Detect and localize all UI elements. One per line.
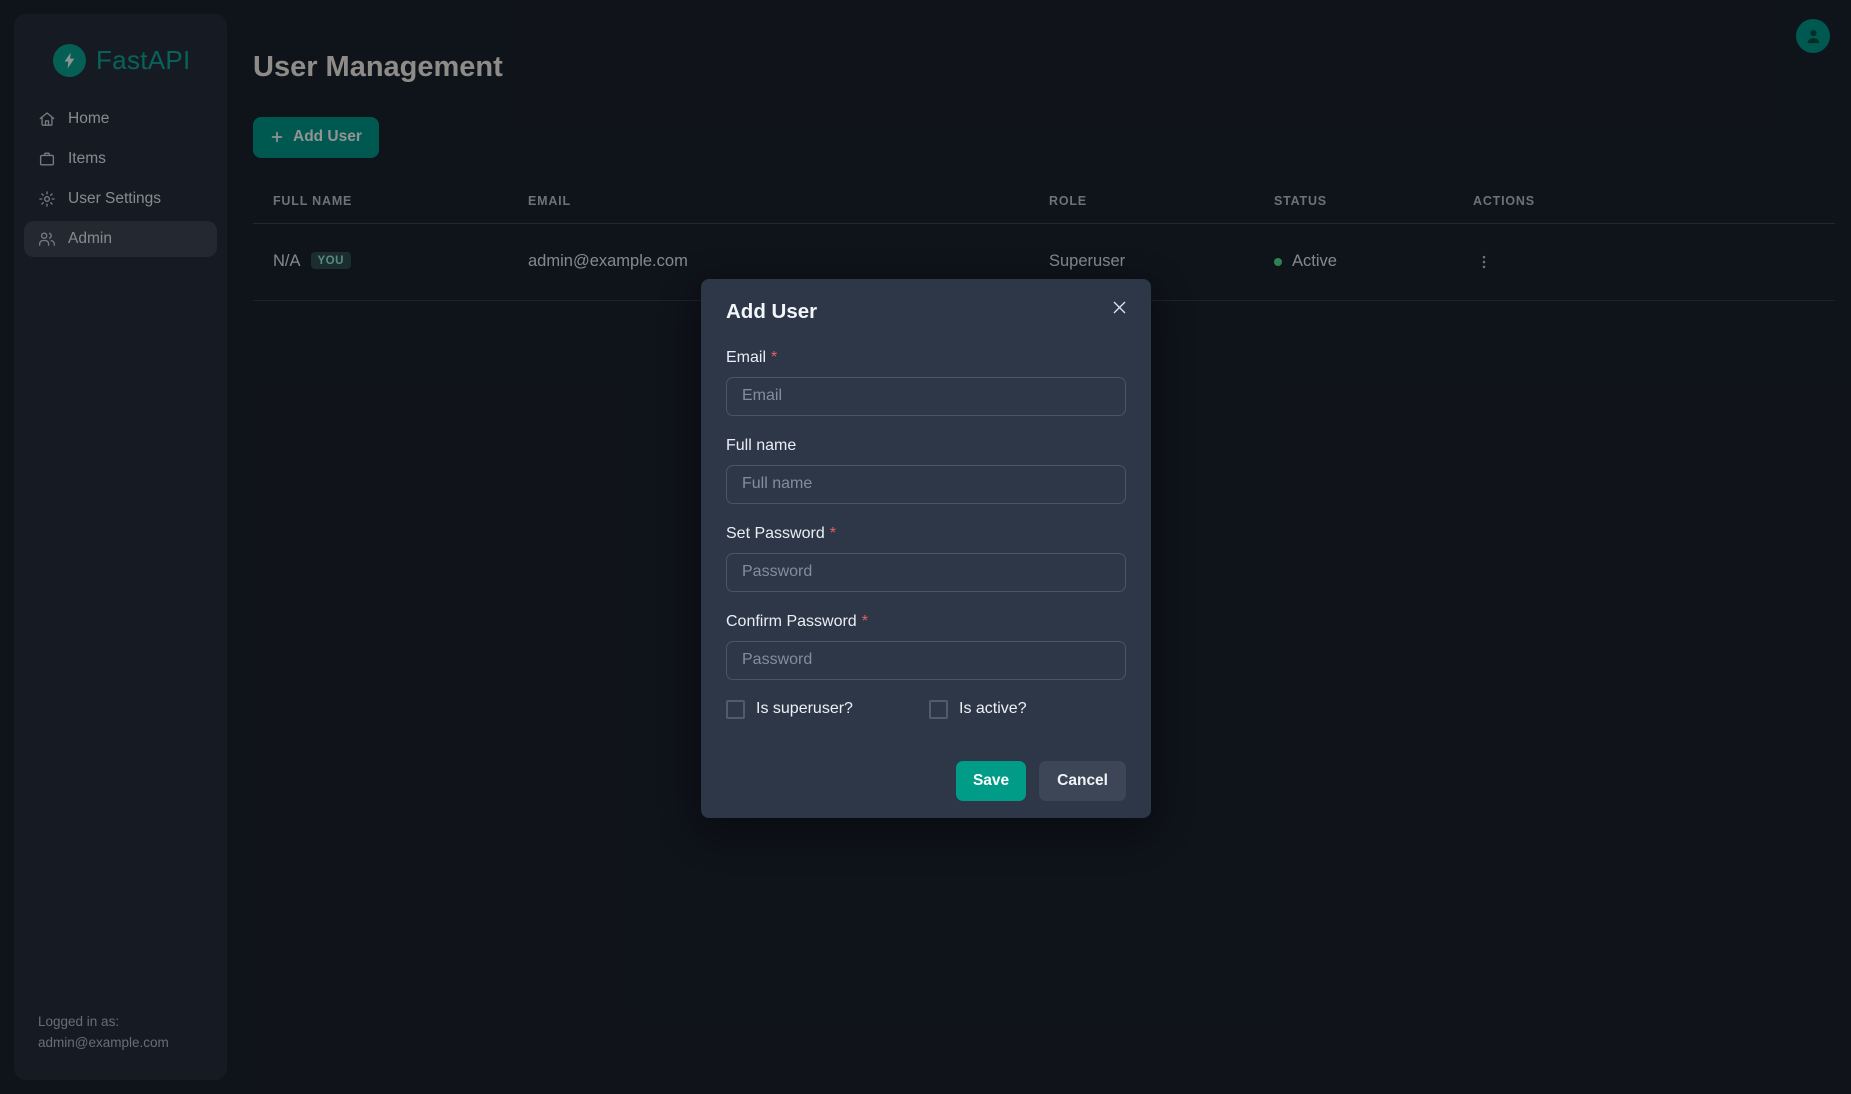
- save-button[interactable]: Save: [956, 761, 1026, 801]
- full-name-field-group: Full name: [726, 436, 1126, 504]
- email-label: Email*: [726, 348, 1126, 368]
- confirm-password-field-group: Confirm Password*: [726, 612, 1126, 680]
- set-password-field-group: Set Password*: [726, 524, 1126, 592]
- checkbox-icon: [726, 700, 745, 719]
- required-marker: *: [771, 348, 777, 368]
- email-field-group: Email*: [726, 348, 1126, 416]
- add-user-modal: Add User Email* Full name Set Password* …: [701, 279, 1151, 818]
- required-marker: *: [830, 524, 836, 544]
- is-superuser-checkbox[interactable]: Is superuser?: [726, 700, 929, 719]
- cancel-button[interactable]: Cancel: [1039, 761, 1126, 801]
- email-field[interactable]: [726, 377, 1126, 416]
- full-name-field[interactable]: [726, 465, 1126, 504]
- modal-checkbox-row: Is superuser? Is active?: [726, 700, 1126, 719]
- modal-title: Add User: [726, 300, 817, 324]
- set-password-label: Set Password*: [726, 524, 1126, 544]
- is-superuser-label: Is superuser?: [756, 700, 853, 718]
- close-icon[interactable]: [1110, 298, 1129, 317]
- set-password-field[interactable]: [726, 553, 1126, 592]
- confirm-password-label: Confirm Password*: [726, 612, 1126, 632]
- checkbox-icon: [929, 700, 948, 719]
- modal-header: Add User: [726, 300, 1126, 324]
- confirm-password-field[interactable]: [726, 641, 1126, 680]
- is-active-label: Is active?: [959, 700, 1027, 718]
- full-name-label: Full name: [726, 436, 1126, 456]
- required-marker: *: [862, 612, 868, 632]
- modal-footer: Save Cancel: [726, 761, 1126, 801]
- is-active-checkbox[interactable]: Is active?: [929, 700, 1027, 719]
